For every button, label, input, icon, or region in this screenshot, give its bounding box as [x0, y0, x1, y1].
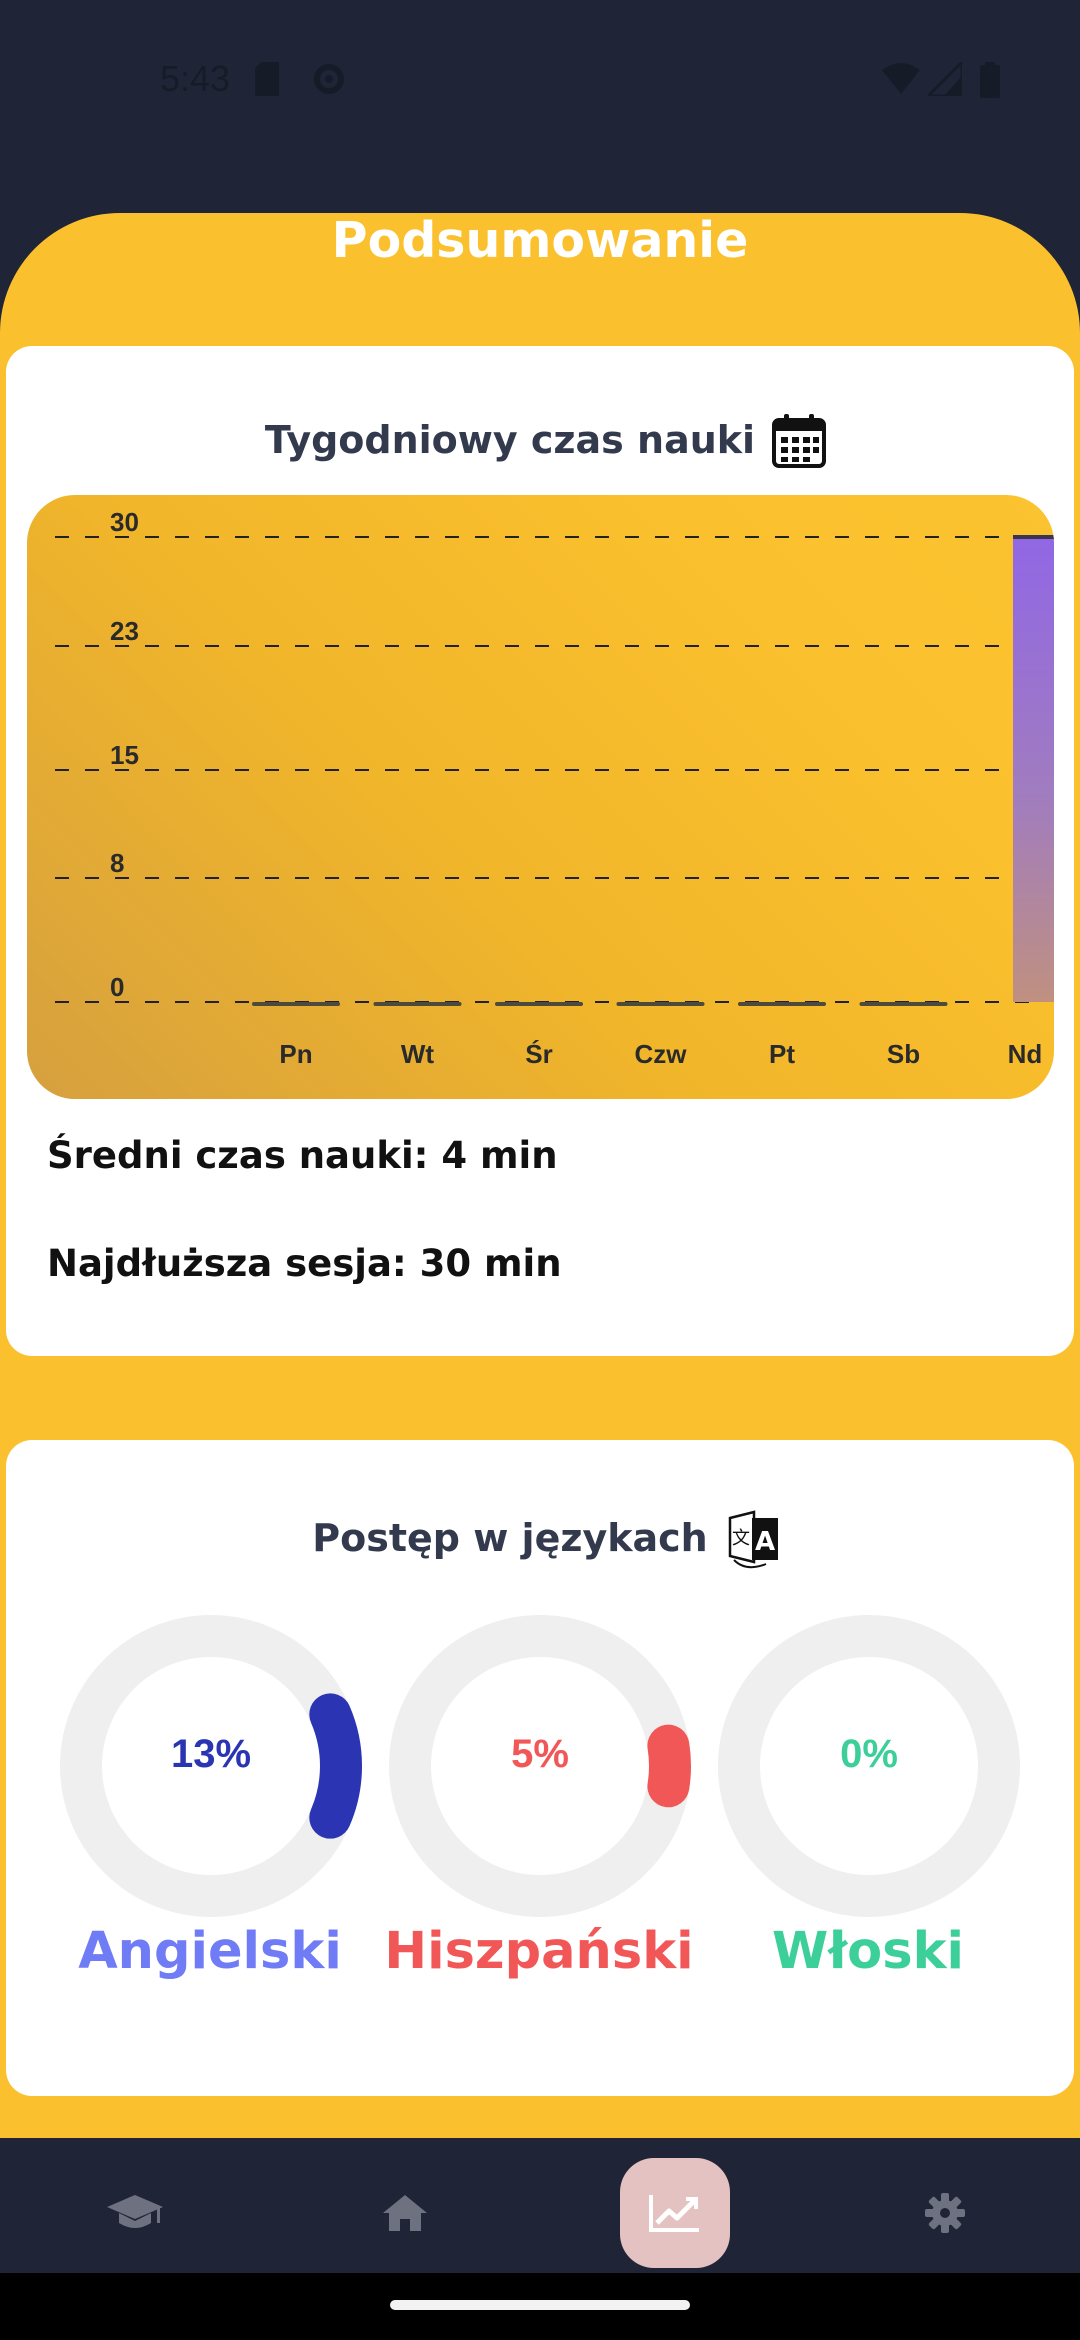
language-name[interactable]: Hiszpański [359, 1922, 719, 1981]
languages-heading: Postęp w językach [6, 1516, 1074, 1560]
translate-icon[interactable]: A 文 [726, 1510, 782, 1570]
y-tick-label: 30 [110, 507, 139, 537]
weekly-bar-chart: 30 23 15 8 0 Pn Wt Śr Czw Pt Sb Nd [55, 507, 1054, 1069]
nav-stats[interactable] [620, 2158, 730, 2268]
weekly-study-card: Tygodniowy czas nauki 30 23 15 8 0 Pn Wt Śr Czw P… [6, 346, 1074, 1356]
nav-settings[interactable] [890, 2158, 1000, 2268]
bottom-navigation [0, 2138, 1080, 2273]
progress-ring[interactable]: 13% [59, 1614, 363, 1918]
language-name[interactable]: Angielski [30, 1922, 390, 1981]
x-tick-label: Pt [769, 1039, 795, 1069]
graduation-cap-icon [107, 2195, 163, 2228]
chart-bar[interactable] [373, 1002, 462, 1006]
page-title: Podsumowanie [331, 212, 749, 269]
chart-bar[interactable] [616, 1002, 705, 1006]
x-tick-label: Wt [401, 1039, 435, 1069]
x-tick-label: Czw [635, 1039, 688, 1069]
gear-icon [925, 2193, 965, 2233]
progress-ring[interactable]: 5% [388, 1614, 692, 1918]
progress-percent: 5% [511, 1732, 569, 1776]
gesture-handle[interactable] [390, 2300, 690, 2310]
nav-learn[interactable] [80, 2158, 190, 2268]
x-tick-label: Nd [1008, 1039, 1043, 1069]
calendar-icon[interactable] [771, 412, 827, 468]
x-tick-label: Pn [279, 1039, 312, 1069]
progress-percent: 13% [170, 1732, 252, 1776]
settings-gear-status-icon [314, 64, 344, 94]
y-tick-label: 0 [110, 972, 124, 1002]
battery-icon [980, 62, 1000, 98]
chart-icon [649, 2195, 699, 2232]
chart-bar[interactable] [1013, 537, 1054, 1002]
weekly-heading-text: Tygodniowy czas nauki [264, 418, 756, 462]
sd-card-icon [255, 62, 279, 96]
nav-home[interactable] [350, 2158, 460, 2268]
chart-bar[interactable] [859, 1002, 948, 1006]
weekly-chart: 30 23 15 8 0 Pn Wt Śr Czw Pt Sb Nd [27, 495, 1054, 1099]
x-tick-label: Sb [887, 1039, 920, 1069]
y-tick-label: 15 [110, 740, 139, 770]
svg-text:文: 文 [732, 1528, 750, 1549]
languages-heading-text: Postęp w językach [312, 1516, 708, 1560]
svg-text:A: A [755, 1527, 775, 1557]
home-icon [383, 2195, 427, 2231]
signal-icon [928, 62, 962, 96]
x-tick-label: Śr [525, 1039, 552, 1069]
chart-bar-cap [1013, 535, 1054, 539]
average-time: Średni czas nauki: 4 min [47, 1134, 558, 1177]
longest-session: Najdłuższa sesja: 30 min [47, 1242, 562, 1285]
y-tick-label: 8 [110, 848, 124, 878]
chart-bar[interactable] [252, 1002, 340, 1006]
y-tick-label: 23 [110, 616, 139, 646]
chart-bar[interactable] [738, 1002, 826, 1006]
weekly-heading: Tygodniowy czas nauki [6, 418, 1074, 462]
wifi-icon [882, 63, 920, 94]
chart-bar[interactable] [495, 1002, 583, 1006]
status-time: 5:43 [160, 58, 231, 99]
progress-percent: 0% [840, 1732, 898, 1776]
status-bar: 5:43 [0, 0, 1080, 160]
language-name[interactable]: Włoski [688, 1922, 1048, 1981]
progress-ring[interactable]: 0% [717, 1614, 1021, 1918]
